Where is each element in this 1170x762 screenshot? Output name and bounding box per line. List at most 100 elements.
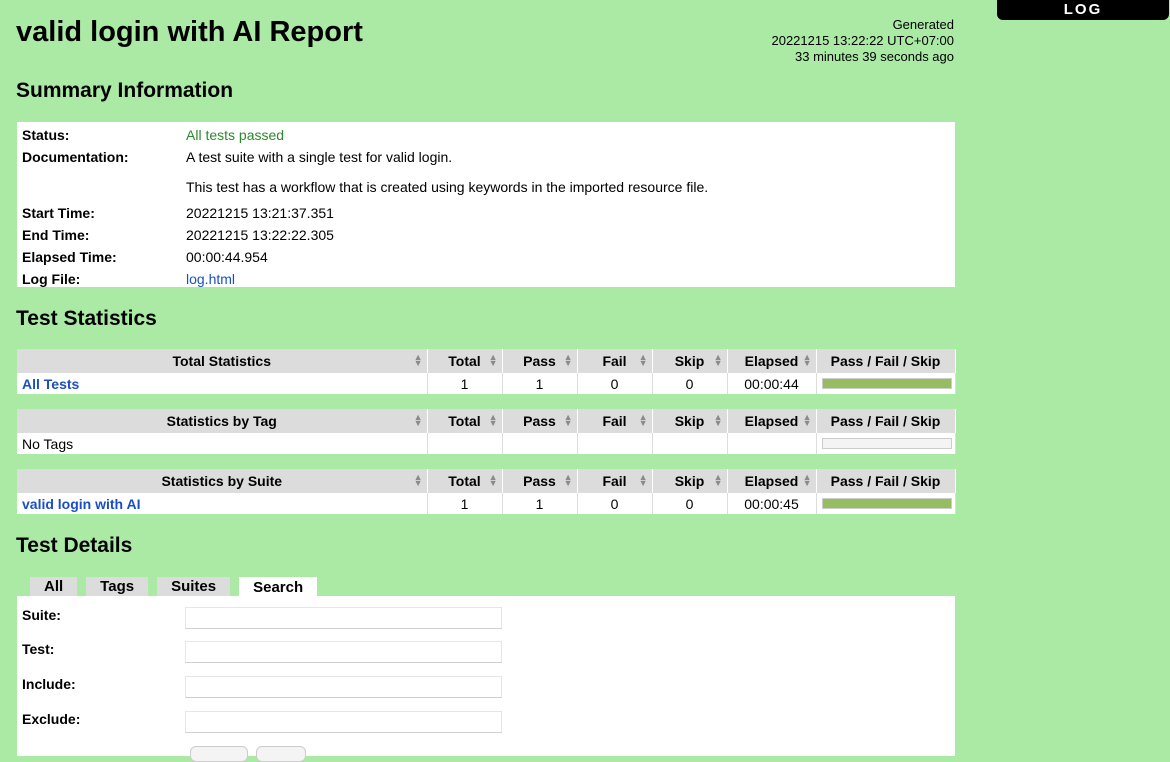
sort-icon: ▲ ▼ (413, 352, 423, 368)
table-row: No Tags (17, 432, 956, 454)
tab-suites[interactable]: Suites (157, 577, 231, 596)
tab-search[interactable]: Search (239, 577, 318, 598)
end-time-row: End Time: 20221215 13:22:22.305 (17, 224, 713, 246)
documentation-row-2: This test has a workflow that is created… (17, 168, 713, 202)
suite-input[interactable] (185, 607, 502, 629)
elapsed-column-header[interactable]: Elapsed ▲ ▼ (727, 469, 817, 493)
table-row: All Tests 1 1 0 0 00:00:44 (17, 372, 956, 394)
test-input[interactable] (185, 641, 502, 663)
log-file-label: Log File: (22, 271, 81, 287)
test-label: Test: (22, 641, 55, 657)
total-statistics-header[interactable]: Total Statistics ▲ ▼ (17, 349, 428, 373)
include-input[interactable] (185, 676, 502, 698)
sort-icon: ▲ ▼ (563, 472, 573, 488)
generated-label: Generated (892, 17, 954, 32)
skip-column-header[interactable]: Skip ▲ ▼ (652, 469, 728, 493)
fail-cell (577, 432, 653, 454)
skip-cell (652, 432, 728, 454)
sort-icon: ▲ ▼ (488, 412, 498, 428)
clear-button[interactable] (256, 746, 306, 762)
total-column-header[interactable]: Total ▲ ▼ (427, 469, 503, 493)
pass-cell (502, 432, 578, 454)
details-heading: Test Details (16, 534, 133, 557)
sort-icon: ▲ ▼ (638, 472, 648, 488)
total-column-header[interactable]: Total ▲ ▼ (427, 349, 503, 373)
total-column-header[interactable]: Total ▲ ▼ (427, 409, 503, 433)
pass-column-header[interactable]: Pass ▲ ▼ (502, 349, 578, 373)
sort-icon: ▲ ▼ (413, 472, 423, 488)
pass-column-header[interactable]: Pass ▲ ▼ (502, 469, 578, 493)
fail-column-header[interactable]: Fail ▲ ▼ (577, 349, 653, 373)
start-time-row: Start Time: 20221215 13:21:37.351 (17, 202, 713, 224)
pass-fail-skip-bar (821, 498, 952, 509)
total-statistics-table: Total Statistics ▲ ▼ Total ▲ ▼ Pass ▲ ▼ Fail ▲ ▼… (17, 349, 956, 394)
suite-statistics-header[interactable]: Statistics by Suite ▲ ▼ (17, 469, 428, 493)
sort-icon: ▲ ▼ (802, 412, 812, 428)
search-button[interactable] (190, 746, 248, 762)
elapsed-cell: 00:00:44 (727, 372, 817, 394)
table-row: valid login with AI 1 1 0 0 00:00:45 (17, 492, 956, 514)
sort-icon: ▲ ▼ (713, 472, 723, 488)
elapsed-column-header[interactable]: Elapsed ▲ ▼ (727, 409, 817, 433)
page-title: valid login with AI Report (16, 16, 363, 48)
fail-column-header[interactable]: Fail ▲ ▼ (577, 409, 653, 433)
pass-column-header[interactable]: Pass ▲ ▼ (502, 409, 578, 433)
log-file-link[interactable]: log.html (186, 271, 235, 287)
search-panel: Suite: Test: Include: Exclude: (17, 596, 955, 756)
status-row: Status: All tests passed (17, 124, 713, 146)
no-tags-cell: No Tags (17, 432, 428, 454)
all-tests-link[interactable]: All Tests (22, 376, 79, 392)
start-time-value: 20221215 13:21:37.351 (186, 205, 334, 221)
elapsed-cell: 00:00:45 (727, 492, 817, 514)
exclude-input[interactable] (185, 711, 502, 733)
fail-cell: 0 (577, 372, 653, 394)
generated-ago: 33 minutes 39 seconds ago (795, 49, 954, 64)
total-cell (427, 432, 503, 454)
sort-icon: ▲ ▼ (413, 412, 423, 428)
sort-icon: ▲ ▼ (802, 472, 812, 488)
skip-column-header[interactable]: Skip ▲ ▼ (652, 349, 728, 373)
sort-icon: ▲ ▼ (563, 412, 573, 428)
pass-fail-skip-bar (821, 378, 952, 389)
summary-panel: Status: All tests passed Documentation: … (17, 122, 955, 287)
start-time-label: Start Time: (22, 205, 95, 221)
documentation-label: Documentation: (22, 149, 129, 165)
details-tabs: All Tags Suites Search (30, 577, 326, 598)
pass-cell: 1 (502, 372, 578, 394)
suite-link[interactable]: valid login with AI (22, 496, 140, 512)
generated-time: 20221215 13:22:22 UTC+07:00 (771, 33, 954, 48)
include-label: Include: (22, 676, 76, 692)
sort-icon: ▲ ▼ (638, 352, 648, 368)
elapsed-time-value: 00:00:44.954 (186, 249, 268, 265)
tab-all[interactable]: All (30, 577, 78, 596)
graph-column-header: Pass / Fail / Skip (816, 349, 956, 373)
elapsed-time-row: Elapsed Time: 00:00:44.954 (17, 246, 713, 268)
tag-statistics-table: Statistics by Tag ▲ ▼ Total ▲ ▼ Pass ▲ ▼ Fail ▲… (17, 409, 956, 454)
summary-table: Status: All tests passed Documentation: … (17, 124, 713, 290)
documentation-line-1: A test suite with a single test for vali… (186, 149, 453, 165)
sort-icon: ▲ ▼ (563, 352, 573, 368)
elapsed-time-label: Elapsed Time: (22, 249, 117, 265)
skip-cell: 0 (652, 492, 728, 514)
suite-statistics-table: Statistics by Suite ▲ ▼ Total ▲ ▼ Pass ▲ ▼ Fai… (17, 469, 956, 514)
skip-column-header[interactable]: Skip ▲ ▼ (652, 409, 728, 433)
fail-column-header[interactable]: Fail ▲ ▼ (577, 469, 653, 493)
generated-info: Generated 20221215 13:22:22 UTC+07:00 33… (771, 17, 954, 65)
tag-statistics-header[interactable]: Statistics by Tag ▲ ▼ (17, 409, 428, 433)
pass-fail-skip-bar (821, 438, 952, 449)
elapsed-cell (727, 432, 817, 454)
pass-cell: 1 (502, 492, 578, 514)
graph-column-header: Pass / Fail / Skip (816, 469, 956, 493)
total-cell: 1 (427, 492, 503, 514)
fail-cell: 0 (577, 492, 653, 514)
suite-label: Suite: (22, 607, 61, 623)
status-value: All tests passed (186, 127, 285, 143)
tab-tags[interactable]: Tags (86, 577, 149, 596)
elapsed-column-header[interactable]: Elapsed ▲ ▼ (727, 349, 817, 373)
log-button[interactable]: LOG (997, 0, 1169, 20)
exclude-label: Exclude: (22, 711, 81, 727)
end-time-label: End Time: (22, 227, 90, 243)
statistics-heading: Test Statistics (16, 307, 157, 330)
end-time-value: 20221215 13:22:22.305 (186, 227, 334, 243)
sort-icon: ▲ ▼ (638, 412, 648, 428)
